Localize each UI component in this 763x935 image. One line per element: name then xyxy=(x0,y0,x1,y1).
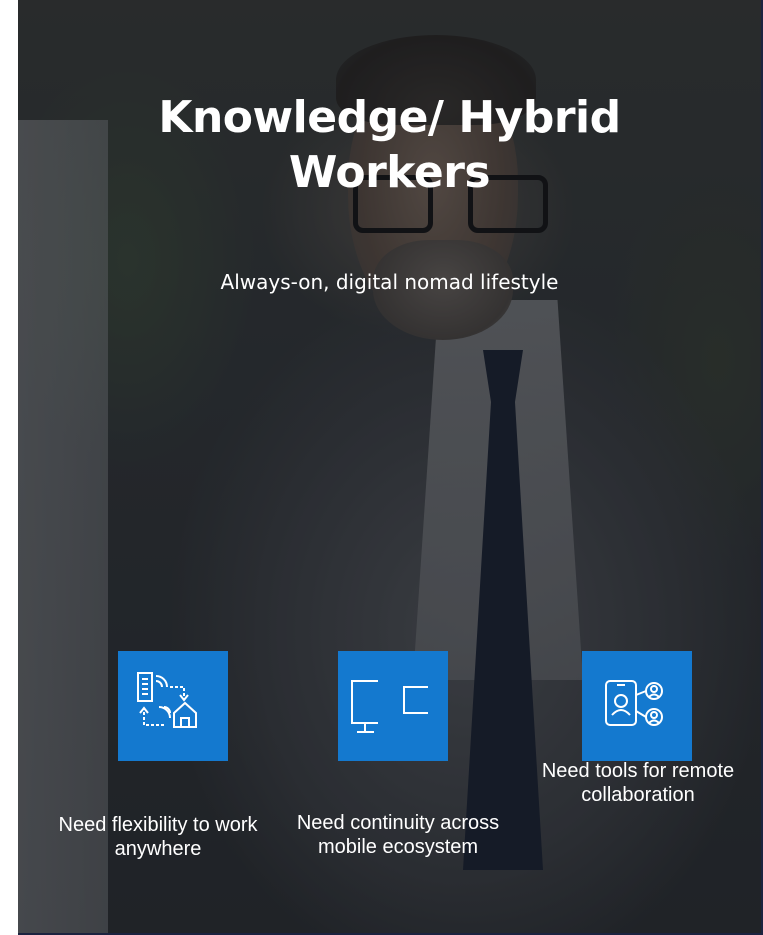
need-caption: Need continuity across mobile ecosystem xyxy=(296,812,500,858)
need-flexibility: Need flexibility to work anywhere xyxy=(43,651,273,861)
slide-title: Knowledge/ Hybrid Workers xyxy=(158,92,621,198)
slide: Knowledge/ Hybrid Workers Always-on, dig… xyxy=(18,0,763,935)
need-caption: Need flexibility to work anywhere xyxy=(58,814,258,860)
remote-collaboration-icon xyxy=(582,651,692,761)
need-continuity: Need continuity across mobile ecosystem xyxy=(283,651,513,911)
need-caption: Need tools for remote collaboration xyxy=(541,760,735,806)
slide-subtitle: Always-on, digital nomad lifestyle xyxy=(220,270,559,294)
need-collaboration: Need tools for remote collaboration xyxy=(523,651,753,859)
building-home-sync-icon xyxy=(118,651,228,761)
slide-content: Knowledge/ Hybrid Workers Always-on, dig… xyxy=(18,0,761,933)
monitor-phone-icon xyxy=(338,651,448,761)
